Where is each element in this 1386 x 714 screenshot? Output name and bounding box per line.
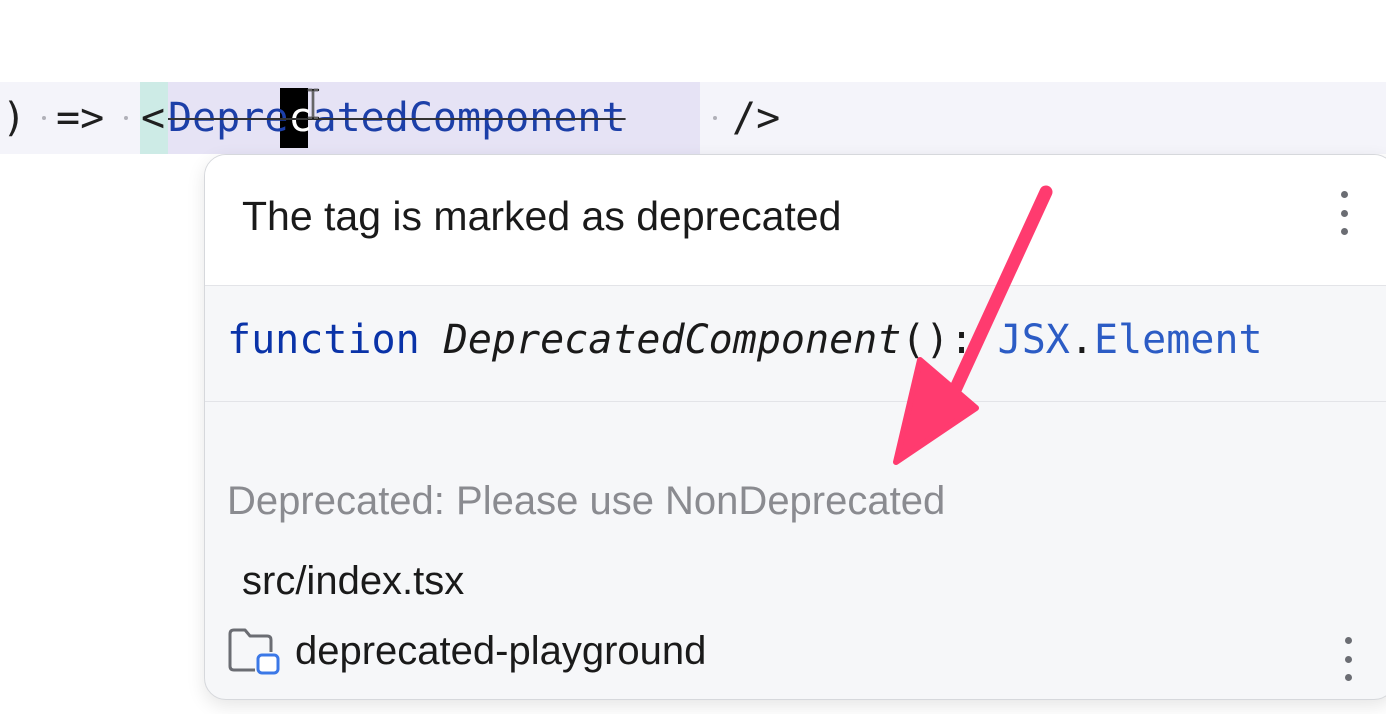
text-cursor-icon [306,88,320,120]
tag-text-after-caret: atedComponent [312,95,626,141]
source-file-path[interactable]: src/index.tsx [242,559,464,604]
module-folder-icon [228,628,280,675]
whitespace-dot [713,116,717,120]
module-row[interactable]: deprecated-playground [227,621,706,681]
signature-return-type[interactable]: Element [1094,317,1263,363]
more-vertical-icon[interactable] [1343,637,1353,681]
whitespace-dot [42,116,46,120]
popup-header: The tag is marked as deprecated [205,155,1386,286]
function-signature: function DeprecatedComponent(): JSX.Elem… [205,285,1386,402]
module-name: deprecated-playground [295,628,707,673]
signature-return-namespace[interactable]: JSX [998,317,1070,363]
code-arrow-operator: => [56,95,105,141]
editor-code-line[interactable]: ) => < DeprecatedComponent /> [0,82,1386,154]
signature-text: function DeprecatedComponent(): JSX.Elem… [227,317,1263,363]
signature-function-name[interactable]: DeprecatedComponent [444,317,902,363]
signature-keyword: function [227,317,420,363]
tag-text-before-caret: Depre [168,95,289,141]
popup-title: The tag is marked as deprecated [242,193,842,239]
code-paren: ) [2,95,27,141]
signature-dot: . [1069,317,1094,363]
code-self-close: /> [732,95,781,141]
signature-params: (): [901,317,998,363]
more-vertical-icon[interactable] [1339,191,1349,235]
deprecation-message: Deprecated: Please use NonDeprecated [227,479,946,523]
whitespace-dot [124,116,128,120]
deprecated-component-tag[interactable]: DeprecatedComponent [168,82,626,154]
code-open-bracket: < [141,95,166,141]
quick-documentation-popup: The tag is marked as deprecated function… [204,154,1386,700]
